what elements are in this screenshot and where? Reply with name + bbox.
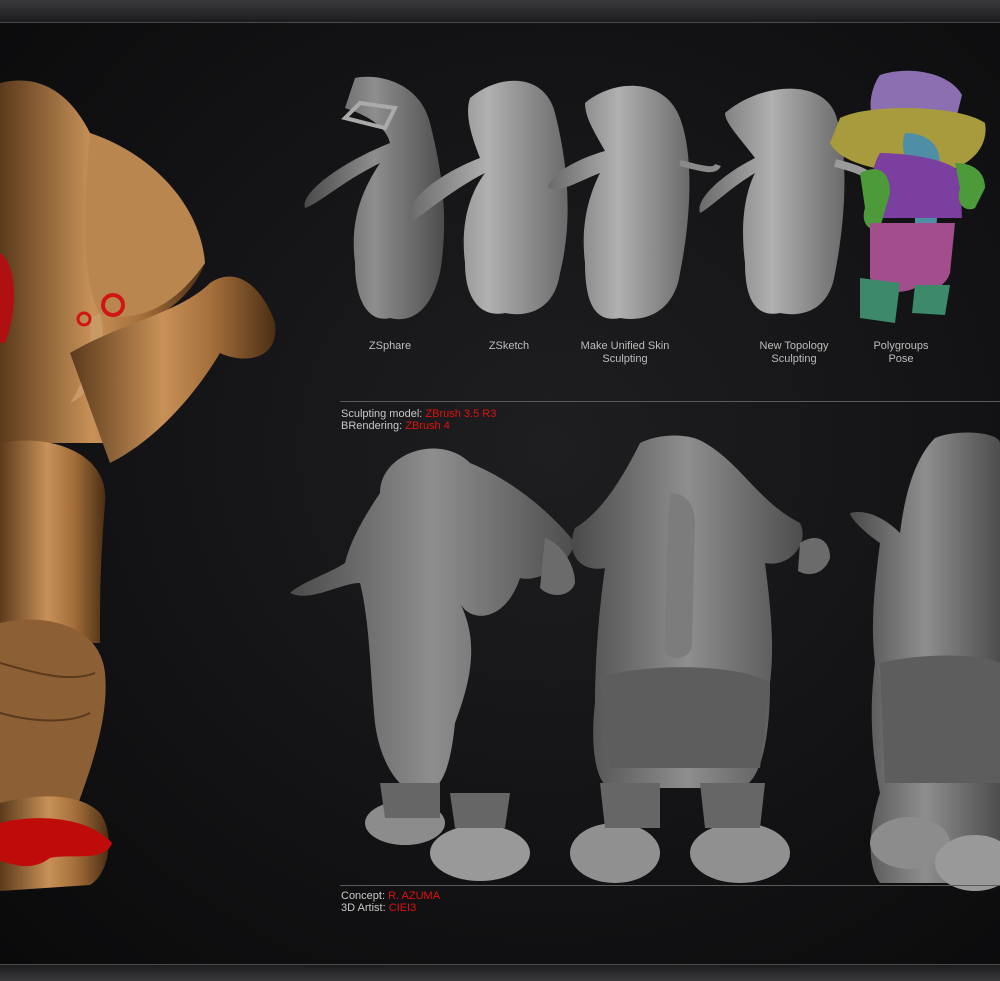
artist-value: CIEI3	[388, 902, 417, 914]
artwork-illustration	[0, 70, 1000, 891]
stage-label-line2: Sculpting	[602, 353, 648, 365]
stage-label-line1: ZSketch	[488, 340, 530, 352]
artwork-canvas: ZSphare ZSketch Make Unified Skin Sculpt…	[0, 23, 1000, 965]
concept-line: Concept: R. AZUMA	[341, 890, 440, 902]
stage-polygroups-figure	[830, 70, 986, 323]
sculpt-label: Sculpting model:	[341, 408, 423, 420]
stage-unified-skin-figure	[548, 85, 721, 319]
stage-label-line1: ZSphare	[368, 340, 412, 352]
render-label: BRendering:	[341, 420, 403, 432]
concept-label: Concept:	[341, 890, 386, 902]
sculpt-value: ZBrush 3.5 R3	[425, 408, 497, 420]
stage-label-line1: Polygroups	[873, 340, 929, 352]
bottom-frame-bar	[0, 964, 1000, 981]
stage-label-line2: Pose	[888, 353, 914, 365]
stage-label-new-topology: New Topology Sculpting	[744, 340, 844, 366]
render-line: BRendering: ZBrush 4	[341, 420, 496, 432]
stage-label-polygroups: Polygroups Pose	[856, 340, 946, 366]
turnaround-front-view	[570, 435, 830, 883]
stage-label-unified-skin: Make Unified Skin Sculpting	[570, 340, 680, 366]
stage-label-zsketch: ZSketch	[469, 340, 549, 353]
turnaround-back-view	[850, 432, 1000, 891]
stage-label-line2: Sculpting	[771, 353, 817, 365]
artist-line: 3D Artist: CIEI3	[341, 902, 440, 914]
sculpt-line: Sculpting model: ZBrush 3.5 R3	[341, 408, 496, 420]
artist-label: 3D Artist:	[341, 902, 386, 914]
turnaround-side-view	[290, 448, 575, 881]
model-info: Sculpting model: ZBrush 3.5 R3 BRenderin…	[341, 408, 496, 432]
top-frame-bar	[0, 0, 1000, 23]
bronze-elephant-render	[0, 80, 276, 891]
concept-value: R. AZUMA	[388, 890, 441, 902]
credits: Concept: R. AZUMA 3D Artist: CIEI3	[341, 890, 440, 914]
render-value: ZBrush 4	[405, 420, 450, 432]
stage-label-zsphere: ZSphare	[350, 340, 430, 353]
stage-label-line1: Make Unified Skin	[580, 340, 670, 352]
divider-credits	[340, 885, 1000, 886]
stage-label-line1: New Topology	[759, 340, 829, 352]
divider-model-info	[340, 401, 1000, 402]
